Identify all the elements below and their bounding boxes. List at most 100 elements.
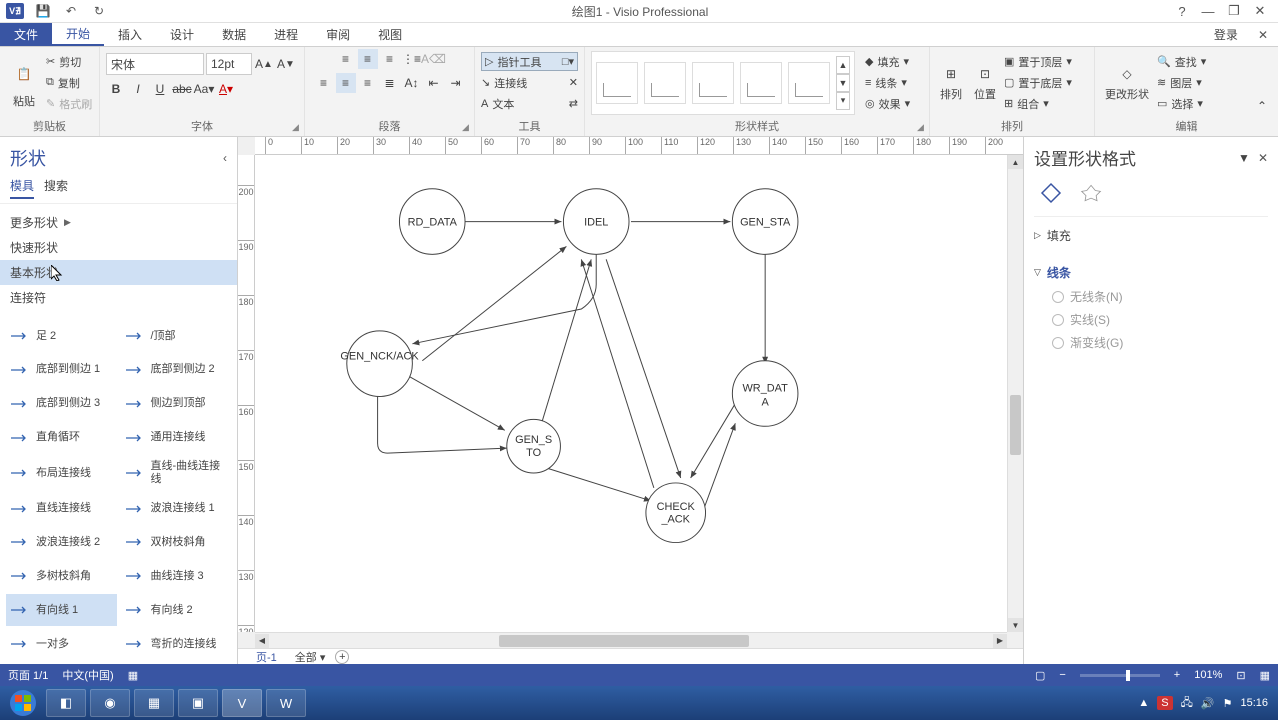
zoom-out-icon[interactable]: − [1059, 669, 1065, 681]
expand-ribbon-icon[interactable]: ⌃ [1252, 96, 1272, 116]
restore-icon[interactable]: ❐ [1224, 2, 1244, 20]
bullets-icon[interactable]: ⋮≡ [402, 49, 422, 69]
scroll-up-icon[interactable]: ▲ [1008, 155, 1023, 169]
shape-item-dtree[interactable]: 双树枝斜角 [121, 527, 232, 559]
fill-button[interactable]: ◆ 填充 ▾ [865, 52, 910, 71]
bold-icon[interactable]: B [106, 79, 126, 99]
shape-item-foot2[interactable]: 足 2 [6, 320, 117, 352]
shape-item-divider[interactable]: /顶部 [121, 320, 232, 352]
taskbar-app[interactable]: ▣ [178, 689, 218, 717]
arrange-button[interactable]: ⊞排列 [936, 62, 966, 104]
tab-insert[interactable]: 插入 [104, 23, 156, 46]
horizontal-scrollbar[interactable]: ◀ ▶ [255, 632, 1007, 648]
shape-item-wave2[interactable]: 波浪连接线 2 [6, 527, 117, 559]
add-page-icon[interactable]: + [335, 650, 349, 664]
text-tool-button[interactable]: A 文本 ⇄ [481, 94, 578, 113]
font-family-combo[interactable]: 宋体 [106, 53, 204, 75]
basic-shapes-item[interactable]: 基本形状 [0, 260, 237, 285]
volume-icon[interactable]: 🔊 [1201, 697, 1215, 710]
shape-item-mtree[interactable]: 多树枝斜角 [6, 560, 117, 592]
underline-icon[interactable]: U [150, 79, 170, 99]
flag-icon[interactable]: ⚑ [1223, 697, 1233, 710]
shapestyle-dialog-launcher-icon[interactable]: ◢ [914, 121, 927, 134]
font-dialog-launcher-icon[interactable]: ◢ [289, 121, 302, 134]
increase-indent-icon[interactable]: ⇥ [446, 73, 466, 93]
style-thumb[interactable] [692, 62, 734, 104]
copy-button[interactable]: ⧉ 复制 [46, 73, 92, 92]
layers-button[interactable]: ≋ 图层 ▾ [1157, 73, 1206, 92]
scrollbar-thumb[interactable] [1010, 395, 1021, 455]
minimize-icon[interactable]: — [1198, 2, 1218, 20]
style-thumb[interactable] [596, 62, 638, 104]
shape-item-btos2[interactable]: 底部到侧边 2 [121, 354, 232, 386]
style-thumb[interactable] [740, 62, 782, 104]
align-top-icon[interactable]: ≡ [336, 49, 356, 69]
align-middle-icon[interactable]: ≡ [358, 49, 378, 69]
shape-item-btos1[interactable]: 底部到侧边 1 [6, 354, 117, 386]
vertical-scrollbar[interactable]: ▲ ▼ [1007, 155, 1023, 632]
justify-icon[interactable]: ≣ [380, 73, 400, 93]
login-link[interactable]: 登录 [1204, 23, 1248, 46]
page-tab-1[interactable]: 页-1 [248, 649, 285, 665]
zoom-in-icon[interactable]: + [1174, 669, 1180, 681]
taskbar-app[interactable]: ▦ [134, 689, 174, 717]
decrease-font-icon[interactable]: A▼ [276, 54, 296, 74]
solid-line-radio[interactable]: 实线(S) [1034, 308, 1268, 331]
redo-icon[interactable]: ↻ [90, 2, 108, 20]
network-icon[interactable]: 🖧 [1181, 694, 1193, 713]
effects-tab-icon[interactable] [1078, 180, 1104, 206]
shape-item-onemany[interactable]: 一对多 [6, 628, 117, 660]
align-bottom-icon[interactable]: ≡ [380, 49, 400, 69]
change-shape-button[interactable]: ◇更改形状 [1101, 62, 1153, 104]
scroll-down-icon[interactable]: ▼ [1008, 618, 1023, 632]
shape-item-sconn[interactable]: 直线连接线 [6, 493, 117, 525]
gallery-up-icon[interactable]: ▲ [836, 56, 850, 74]
shape-item-btos3[interactable]: 底部到侧边 3 [6, 388, 117, 420]
clock[interactable]: 15:16 [1240, 698, 1268, 709]
text-direction-icon[interactable]: A↕ [402, 73, 422, 93]
hscrollbar-thumb[interactable] [499, 635, 749, 647]
undo-icon[interactable]: ↶ [62, 2, 80, 20]
change-case-icon[interactable]: Aa▾ [194, 79, 214, 99]
shape-item-dir2[interactable]: 有向线 2 [121, 594, 232, 626]
taskbar-visio[interactable]: V [222, 689, 262, 717]
close-pane-icon[interactable]: ✕ [1258, 151, 1268, 165]
all-pages-button[interactable]: 全部 ▾ [295, 649, 326, 665]
align-left-icon[interactable]: ≡ [314, 73, 334, 93]
shape-item-curve3[interactable]: 曲线连接 3 [121, 560, 232, 592]
shape-item-stot[interactable]: 侧边到顶部 [121, 388, 232, 420]
tab-search[interactable]: 搜索 [44, 177, 68, 199]
collapse-ribbon-icon[interactable]: ✕ [1248, 23, 1278, 46]
macro-icon[interactable]: ▦ [128, 669, 138, 682]
align-center-icon[interactable]: ≡ [336, 73, 356, 93]
shape-item-uconn[interactable]: 通用连接线 [121, 422, 232, 454]
taskbar-word[interactable]: W [266, 689, 306, 717]
gallery-more-icon[interactable]: ▾ [836, 92, 850, 110]
line-section-header[interactable]: ▽线条 [1034, 260, 1268, 285]
tab-stencils[interactable]: 模具 [10, 177, 34, 199]
strikethrough-icon[interactable]: abc [172, 79, 192, 99]
tab-design[interactable]: 设计 [156, 23, 208, 46]
collapse-pane-icon[interactable]: ‹ [223, 151, 227, 165]
shape-item-wave1[interactable]: 波浪连接线 1 [121, 493, 232, 525]
format-painter-button[interactable]: ✎ 格式刷 [46, 94, 92, 113]
effects-button[interactable]: ◎ 效果 ▾ [865, 94, 910, 113]
save-icon[interactable]: 💾 [34, 2, 52, 20]
pointer-tool-button[interactable]: ▷ 指针工具 □▾ [481, 52, 578, 71]
gallery-down-icon[interactable]: ▼ [836, 74, 850, 92]
shape-item-layout[interactable]: 布局连接线 [6, 455, 117, 490]
style-thumb[interactable] [788, 62, 830, 104]
no-line-radio[interactable]: 无线条(N) [1034, 285, 1268, 308]
taskbar-app[interactable]: ◧ [46, 689, 86, 717]
close-icon[interactable]: ✕ [1250, 2, 1270, 20]
tab-home[interactable]: 开始 [52, 23, 104, 46]
fill-section-header[interactable]: ▷填充 [1034, 223, 1268, 248]
scroll-right-icon[interactable]: ▶ [993, 634, 1007, 648]
group-button[interactable]: ⊞ 组合 ▾ [1004, 94, 1072, 113]
align-right-icon[interactable]: ≡ [358, 73, 378, 93]
connector-tool-button[interactable]: ↘ 连接线 ✕ [481, 73, 578, 92]
font-size-combo[interactable]: 12pt [206, 53, 252, 75]
clear-formatting-icon[interactable]: A⌫ [424, 49, 444, 69]
ime-icon[interactable]: S [1157, 696, 1172, 710]
taskbar-app[interactable]: ◉ [90, 689, 130, 717]
